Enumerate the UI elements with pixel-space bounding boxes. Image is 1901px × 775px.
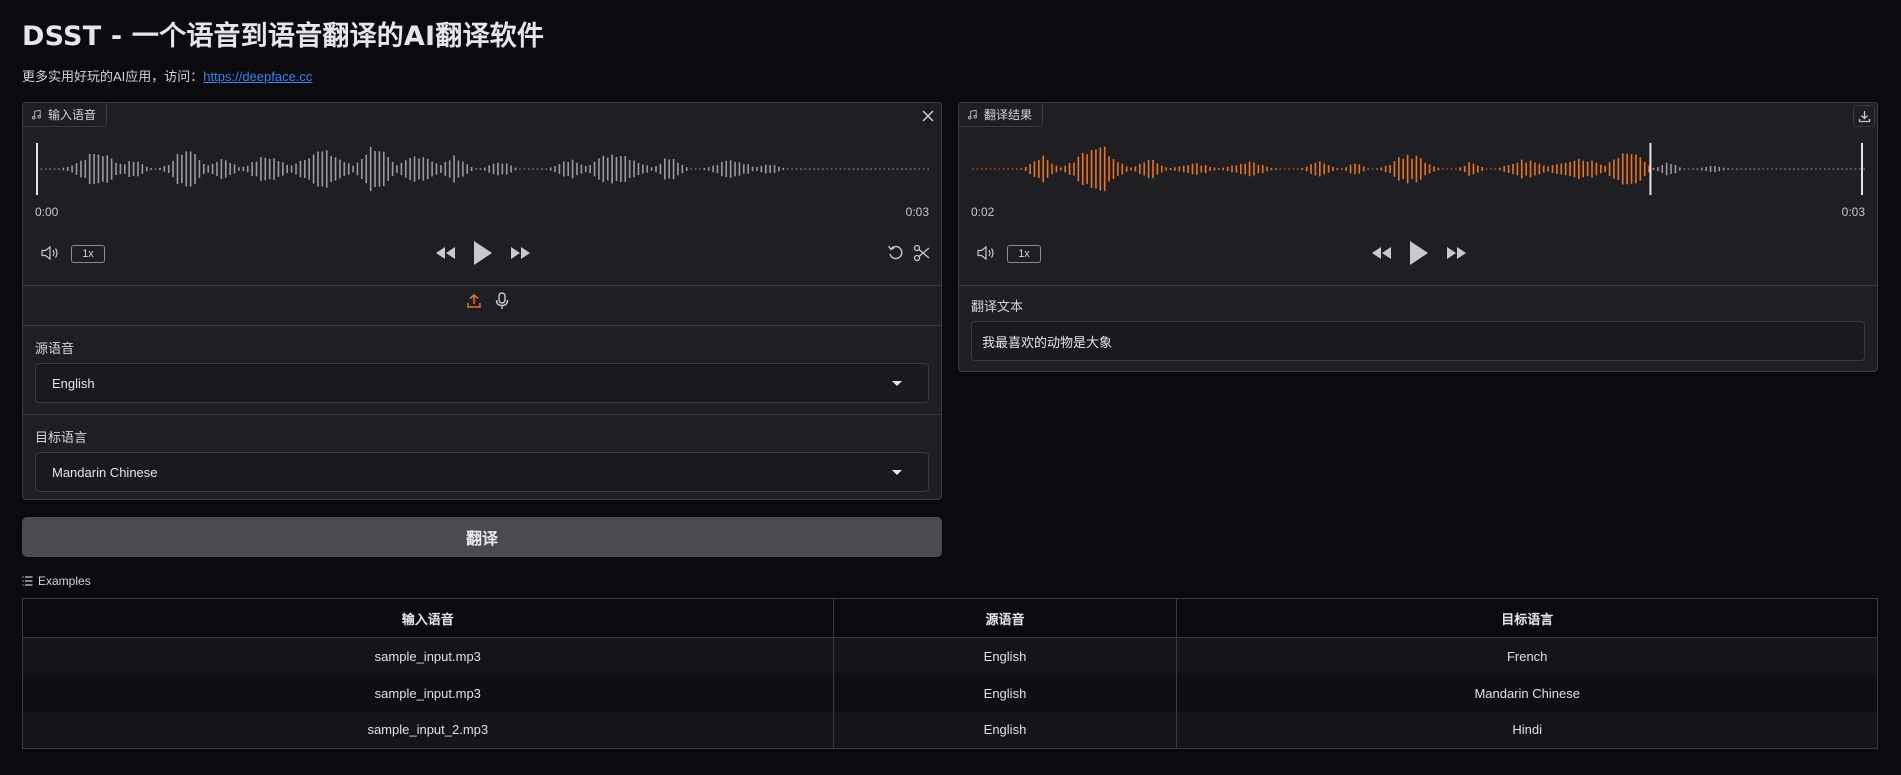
play-icon — [474, 241, 492, 265]
volume-icon — [41, 245, 58, 261]
music-note-icon — [968, 109, 977, 120]
trim-button[interactable] — [911, 239, 933, 267]
undo-icon — [887, 245, 903, 260]
rewind-icon — [436, 247, 455, 259]
playback-speed-button[interactable]: 1x — [1007, 245, 1041, 263]
deepface-link[interactable]: https://deepface.cc — [203, 69, 312, 84]
input-waveform-svg — [35, 143, 929, 195]
upload-button[interactable] — [465, 291, 483, 311]
table-cell: French — [1176, 637, 1878, 675]
table-header-row: 输入语音 源语音 目标语言 — [22, 598, 1878, 638]
fast-forward-icon — [1447, 247, 1466, 259]
table-cell: Hindi — [1176, 711, 1878, 749]
table-cell: English — [832, 711, 1177, 749]
divider — [23, 285, 941, 286]
subtitle-text: 更多实用好玩的AI应用，访问： — [22, 69, 204, 84]
divider — [23, 414, 941, 415]
download-icon — [1858, 110, 1870, 122]
column-header: 目标语言 — [1176, 598, 1878, 638]
result-waveform-svg — [972, 143, 1865, 195]
upload-icon — [467, 294, 481, 308]
rewind-icon — [1372, 247, 1391, 259]
rewind-button[interactable] — [1369, 239, 1395, 267]
input-panel: 输入语音 0:00 0:03 1x 源语音 English 目标语言 Manda… — [22, 102, 942, 500]
page-title: DSST - 一个语音到语音翻译的AI翻译软件 — [22, 21, 545, 52]
list-icon — [22, 576, 33, 586]
play-icon — [1410, 241, 1428, 265]
rewind-button[interactable] — [433, 239, 459, 267]
music-note-icon — [32, 109, 41, 120]
result-waveform[interactable] — [971, 137, 1865, 201]
volume-button[interactable] — [975, 239, 997, 267]
fast-forward-button[interactable] — [1443, 239, 1469, 267]
examples-table: 输入语音 源语音 目标语言 sample_input.mp3 English F… — [22, 598, 1878, 749]
result-time-current: 0:02 — [971, 205, 995, 219]
scissors-icon — [913, 244, 930, 262]
translated-text-value: 我最喜欢的动物是大象 — [982, 334, 1113, 350]
result-time-end: 0:03 — [1841, 205, 1865, 219]
target-lang-dropdown[interactable]: Mandarin Chinese — [35, 452, 929, 492]
input-time-start: 0:00 — [35, 205, 59, 219]
source-lang-value: English — [52, 375, 95, 391]
examples-label: Examples — [38, 574, 91, 588]
table-cell: sample_input.mp3 — [22, 674, 834, 712]
download-button[interactable] — [1853, 105, 1875, 127]
fast-forward-button[interactable] — [507, 239, 533, 267]
undo-button[interactable] — [885, 239, 907, 267]
divider — [959, 285, 1877, 286]
table-cell: English — [832, 674, 1177, 712]
playback-speed-button[interactable]: 1x — [71, 245, 105, 263]
microphone-button[interactable] — [493, 291, 511, 311]
page-subtitle: 更多实用好玩的AI应用，访问：https://deepface.cc — [22, 66, 312, 85]
table-cell: sample_input.mp3 — [22, 637, 834, 675]
fast-forward-icon — [511, 247, 530, 259]
table-row[interactable]: sample_input.mp3 English Mandarin Chines… — [22, 674, 1878, 712]
close-icon — [922, 110, 934, 122]
table-row[interactable]: sample_input_2.mp3 English Hindi — [22, 711, 1878, 749]
input-time-end: 0:03 — [905, 205, 929, 219]
table-row[interactable]: sample_input.mp3 English French — [22, 637, 1878, 675]
source-lang-label: 源语音 — [35, 341, 75, 356]
input-controls: 1x — [23, 239, 941, 267]
column-header: 源语音 — [832, 598, 1177, 638]
chevron-down-icon — [892, 381, 902, 386]
result-audio-tab: 翻译结果 — [959, 103, 1044, 127]
result-controls: 1x — [959, 239, 1877, 267]
result-audio-label: 翻译结果 — [984, 108, 1033, 122]
translate-button[interactable]: 翻译 — [22, 517, 942, 557]
chevron-down-icon — [892, 470, 902, 475]
examples-header: Examples — [22, 574, 91, 588]
divider — [23, 325, 941, 326]
volume-icon — [977, 245, 994, 261]
result-panel: 翻译结果 0:02 0:03 1x 翻译文本 我最喜欢的动物是大象 — [958, 102, 1878, 372]
play-button[interactable] — [1405, 239, 1431, 267]
play-button[interactable] — [469, 239, 495, 267]
target-lang-label: 目标语言 — [35, 430, 88, 445]
translated-text-box[interactable]: 我最喜欢的动物是大象 — [971, 321, 1865, 361]
clear-audio-button[interactable] — [917, 105, 939, 127]
input-waveform[interactable] — [35, 137, 929, 201]
target-lang-value: Mandarin Chinese — [52, 464, 158, 480]
table-cell: sample_input_2.mp3 — [22, 711, 834, 749]
translated-text-label: 翻译文本 — [971, 299, 1024, 314]
table-cell: Mandarin Chinese — [1176, 674, 1878, 712]
source-lang-dropdown[interactable]: English — [35, 363, 929, 403]
table-cell: English — [832, 637, 1177, 675]
volume-button[interactable] — [39, 239, 61, 267]
input-audio-tab: 输入语音 — [23, 103, 108, 127]
column-header: 输入语音 — [22, 598, 834, 638]
input-audio-label: 输入语音 — [48, 108, 97, 122]
microphone-icon — [495, 292, 509, 309]
